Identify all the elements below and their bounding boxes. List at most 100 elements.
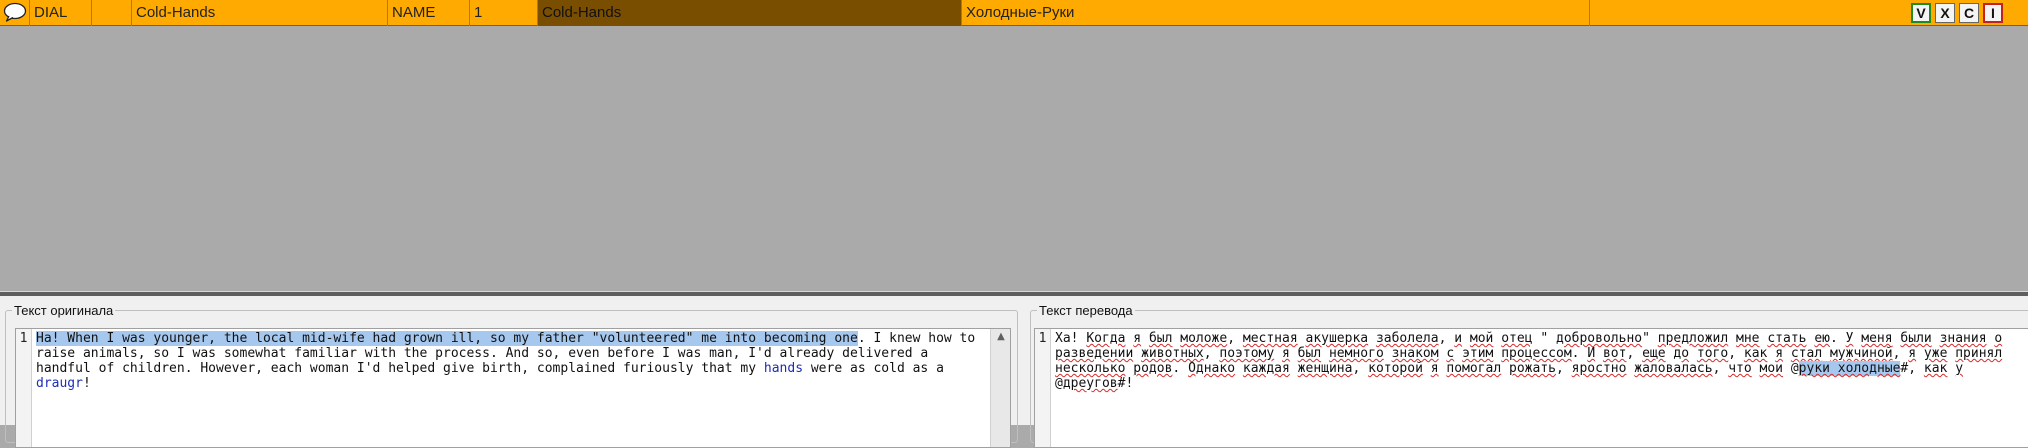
text-segment-kw: draugr	[36, 376, 83, 391]
text-segment	[1290, 346, 1298, 361]
text-segment-err: и	[1454, 331, 1463, 346]
row-empty-cell[interactable]	[92, 0, 132, 26]
text-segment-err: я	[1908, 346, 1917, 361]
text-segment-err: женщина	[1297, 361, 1353, 376]
text-segment-err: родов	[1133, 361, 1173, 376]
text-segment	[1728, 331, 1736, 346]
text-segment-err: как	[1923, 361, 1948, 376]
text-segment-err: стал	[1790, 346, 1823, 361]
text-segment-err: Однако	[1188, 361, 1236, 376]
text-segment-err: принял	[1955, 346, 2003, 361]
text-segment-err: которой	[1368, 361, 1423, 376]
text-segment-err: добровольно	[1556, 331, 1643, 346]
text-segment-err: был	[1148, 331, 1173, 346]
text-segment: .	[1571, 346, 1588, 361]
translation-text-editor[interactable]: 1 Ха! Когда я был моложе, местная акушер…	[1034, 328, 2028, 448]
text-segment-err: что	[1728, 361, 1752, 376]
text-segment-err: рожать	[1509, 361, 1556, 376]
text-segment: ,	[1352, 361, 1369, 376]
text-segment-err: немного	[1328, 346, 1384, 361]
text-segment-err: вот	[1602, 346, 1627, 361]
text-segment-err: знаком	[1391, 346, 1439, 361]
line-number-gutter: 1	[16, 329, 32, 447]
text-segment: ,	[1892, 346, 1909, 361]
row-original-cell[interactable]: Cold-Hands	[538, 0, 962, 26]
line-number: 1	[1038, 331, 1047, 346]
translation-text-content[interactable]: Ха! Когда я был моложе, местная акушерка…	[1055, 331, 2010, 391]
text-segment: @	[1783, 361, 1799, 376]
text-segment: "	[1642, 331, 1658, 346]
text-segment-err: меня	[1861, 331, 1893, 346]
text-segment	[1595, 346, 1603, 361]
text-segment-err: ею	[1814, 331, 1830, 346]
original-text-content[interactable]: Ha! When I was younger, the local mid-wi…	[36, 331, 986, 391]
text-segment	[1298, 331, 1306, 346]
text-segment: ,	[1728, 346, 1744, 361]
rows-workspace	[0, 26, 2028, 291]
text-segment: #,	[1900, 361, 1924, 376]
dialog-row[interactable]: DIAL Cold-Hands NAME 1 Cold-Hands Холодн…	[0, 0, 2028, 26]
speech-bubble-icon	[3, 2, 27, 22]
text-segment	[1454, 346, 1462, 361]
text-segment	[1384, 346, 1392, 361]
text-segment-err: животных	[1141, 346, 1204, 361]
text-segment: were as cold as a	[803, 361, 944, 376]
scroll-up-arrow-icon[interactable]: ▲	[991, 329, 1010, 345]
text-segment	[1321, 346, 1329, 361]
text-segment	[1462, 331, 1470, 346]
reject-button[interactable]: X	[1935, 3, 1955, 23]
text-segment-err: я	[1282, 346, 1290, 361]
text-segment-err: мой	[1469, 331, 1494, 346]
copy-button[interactable]: C	[1959, 3, 1979, 23]
row-index-cell[interactable]: 1	[470, 0, 538, 26]
text-segment	[1822, 346, 1830, 361]
text-segment-err: до	[1673, 346, 1690, 361]
text-segment-err: дреугов	[1062, 376, 1118, 391]
text-segment-err: как	[1743, 346, 1768, 361]
row-translation-cell[interactable]: Холодные-Руки	[962, 0, 1590, 26]
original-vertical-scrollbar[interactable]: ▲	[990, 329, 1010, 447]
text-segment-sel-err: руки холодные	[1798, 361, 1901, 376]
text-segment-kw: hands	[763, 361, 804, 376]
row-type-cell[interactable]: DIAL	[30, 0, 92, 26]
text-segment	[1932, 331, 1940, 346]
text-segment-err: мне	[1736, 331, 1760, 346]
text-segment	[1141, 331, 1149, 346]
text-segment-err: Когда	[1086, 331, 1126, 346]
text-segment: .	[1172, 361, 1189, 376]
text-segment	[1274, 346, 1282, 361]
text-segment-err: стать	[1767, 331, 1807, 346]
text-segment-err: предложил	[1657, 331, 1729, 346]
row-field-cell[interactable]: NAME	[388, 0, 470, 26]
text-segment: ,	[1203, 346, 1220, 361]
row-extra-cell[interactable]	[1590, 0, 1910, 26]
text-segment	[1783, 346, 1791, 361]
text-segment-err: помогал	[1446, 361, 1502, 376]
text-segment-err: акушерка	[1305, 331, 1369, 346]
validate-button[interactable]: V	[1911, 3, 1931, 23]
info-button[interactable]: I	[1983, 3, 2003, 23]
text-segment-err: отец	[1501, 331, 1533, 346]
original-text-editor[interactable]: 1 Ha! When I was younger, the local mid-…	[15, 328, 1011, 448]
text-segment: "	[1532, 331, 1556, 346]
text-segment-err: этим	[1462, 346, 1494, 361]
text-segment-err: был	[1297, 346, 1322, 361]
text-segment: .	[1829, 331, 1846, 346]
translation-text-legend: Текст перевода	[1039, 303, 1133, 318]
text-segment	[1235, 361, 1243, 376]
text-segment: Ха!	[1055, 331, 1087, 346]
text-segment-err: местная	[1242, 331, 1298, 346]
text-segment	[1133, 346, 1141, 361]
original-text-legend: Текст оригинала	[14, 303, 114, 318]
translation-text-panel: Текст перевода 1 Ха! Когда я был моложе,…	[1030, 303, 2028, 448]
text-segment	[1501, 361, 1509, 376]
text-segment-err: знания	[1939, 331, 1987, 346]
text-segment-err: заболела	[1375, 331, 1439, 346]
text-segment	[1290, 361, 1298, 376]
text-segment: ,	[1712, 361, 1729, 376]
text-segment	[1423, 361, 1431, 376]
text-segment-err: еще	[1642, 346, 1666, 361]
row-id-cell[interactable]: Cold-Hands	[132, 0, 388, 26]
editor-area: Текст оригинала 1 Ha! When I was younger…	[0, 296, 2028, 448]
text-segment: ,	[1227, 331, 1243, 346]
